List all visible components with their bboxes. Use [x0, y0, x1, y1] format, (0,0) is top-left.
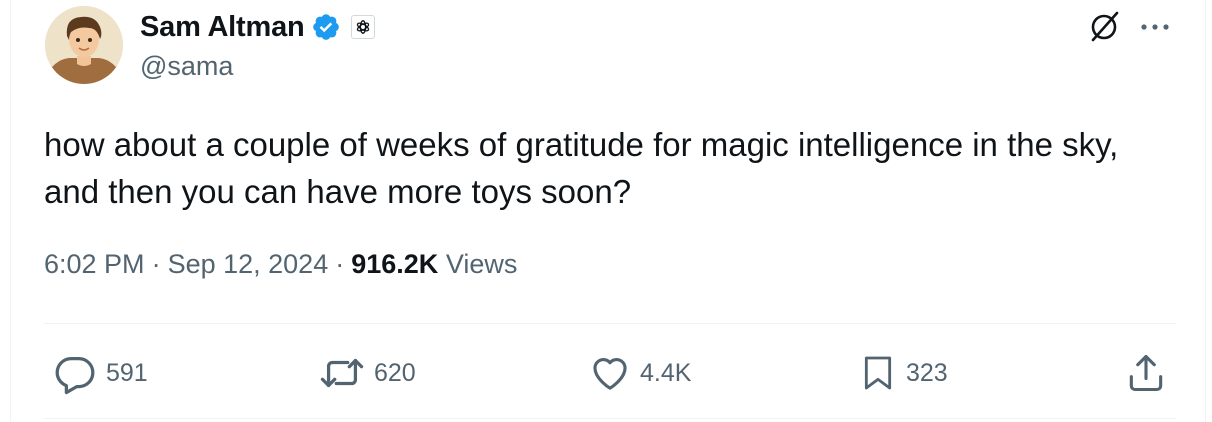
- openai-logo-icon[interactable]: [350, 15, 375, 39]
- grok-icon[interactable]: [1086, 8, 1122, 44]
- bookmark-count: 323: [906, 358, 948, 387]
- reply-count: 591: [106, 358, 148, 387]
- tweet-meta: 6:02 PM · Sep 12, 2024 · 916.2K Views: [44, 249, 517, 280]
- bookmark-button[interactable]: 323: [858, 348, 948, 398]
- avatar[interactable]: [45, 6, 123, 84]
- divider-top: [44, 323, 1176, 324]
- heart-icon: [593, 358, 627, 390]
- views-count: 916.2K: [351, 249, 439, 279]
- bookmark-icon: [864, 356, 892, 390]
- tweet-text: how about a couple of weeks of gratitude…: [44, 126, 1119, 210]
- repost-icon: [320, 358, 364, 388]
- tweet-date[interactable]: Sep 12, 2024: [168, 249, 329, 279]
- tweet-time[interactable]: 6:02 PM: [44, 249, 145, 279]
- author-handle[interactable]: @sama: [140, 51, 233, 82]
- reply-button[interactable]: 591: [52, 348, 148, 398]
- divider-bottom: [44, 418, 1176, 419]
- verified-badge-icon[interactable]: [311, 12, 341, 42]
- share-button[interactable]: [1124, 348, 1168, 398]
- views-label: Views: [445, 249, 518, 279]
- meta-separator: ·: [151, 249, 161, 279]
- repost-button[interactable]: 620: [318, 348, 416, 398]
- action-bar: 591 620 4.4K 323: [0, 348, 1212, 398]
- like-count: 4.4K: [640, 358, 692, 387]
- reply-icon: [55, 356, 95, 395]
- share-icon: [1129, 354, 1163, 392]
- more-dots-icon[interactable]: [1138, 12, 1172, 42]
- like-button[interactable]: 4.4K: [588, 348, 691, 398]
- meta-separator: ·: [335, 249, 345, 279]
- author-display-name[interactable]: Sam Altman: [140, 11, 305, 44]
- repost-count: 620: [374, 358, 416, 387]
- author-name-row: Sam Altman: [140, 8, 375, 46]
